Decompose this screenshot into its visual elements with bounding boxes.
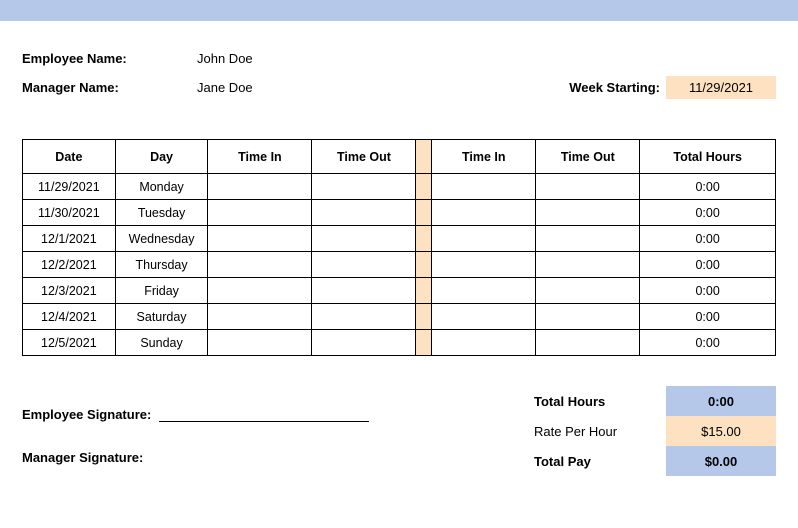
table-row: 12/2/2021Thursday 0:00 [23, 252, 776, 278]
cell-time-in-2[interactable] [432, 278, 536, 304]
cell-time-out-2[interactable] [536, 304, 640, 330]
cell-day: Sunday [115, 330, 208, 356]
table-row: 11/30/2021Tuesday 0:00 [23, 200, 776, 226]
col-time-in-1: Time In [208, 140, 312, 174]
employee-name-row: Employee Name: John Doe [22, 51, 776, 66]
cell-time-out-2[interactable] [536, 200, 640, 226]
cell-time-in-1[interactable] [208, 278, 312, 304]
cell-time-out-1[interactable] [312, 174, 416, 200]
cell-time-in-2[interactable] [432, 304, 536, 330]
cell-time-in-2[interactable] [432, 174, 536, 200]
total-pay-value: $0.00 [666, 446, 776, 476]
cell-day: Wednesday [115, 226, 208, 252]
cell-separator [416, 330, 432, 356]
table-row: 12/5/2021Sunday 0:00 [23, 330, 776, 356]
col-date: Date [23, 140, 116, 174]
week-starting-label: Week Starting: [569, 80, 660, 95]
table-header-row: Date Day Time In Time Out Time In Time O… [23, 140, 776, 174]
cell-total-hours: 0:00 [640, 226, 776, 252]
rate-per-hour-value[interactable]: $15.00 [666, 416, 776, 446]
col-separator [416, 140, 432, 174]
cell-time-out-1[interactable] [312, 252, 416, 278]
cell-date: 11/29/2021 [23, 174, 116, 200]
cell-total-hours: 0:00 [640, 252, 776, 278]
cell-date: 12/3/2021 [23, 278, 116, 304]
top-bar [0, 0, 798, 21]
cell-time-out-2[interactable] [536, 174, 640, 200]
cell-total-hours: 0:00 [640, 174, 776, 200]
table-row: 12/4/2021Saturday 0:00 [23, 304, 776, 330]
cell-date: 12/4/2021 [23, 304, 116, 330]
cell-time-in-2[interactable] [432, 330, 536, 356]
cell-day: Friday [115, 278, 208, 304]
cell-date: 12/2/2021 [23, 252, 116, 278]
signature-section: Employee Signature: Manager Signature: [22, 386, 526, 476]
col-total-hours: Total Hours [640, 140, 776, 174]
cell-date: 12/5/2021 [23, 330, 116, 356]
cell-date: 12/1/2021 [23, 226, 116, 252]
cell-time-in-1[interactable] [208, 252, 312, 278]
total-hours-value: 0:00 [666, 386, 776, 416]
cell-time-out-1[interactable] [312, 304, 416, 330]
col-time-out-1: Time Out [312, 140, 416, 174]
cell-time-out-1[interactable] [312, 330, 416, 356]
employee-name-label: Employee Name: [22, 51, 197, 66]
employee-signature-line[interactable] [159, 406, 369, 422]
cell-time-in-1[interactable] [208, 226, 312, 252]
cell-time-in-1[interactable] [208, 200, 312, 226]
cell-total-hours: 0:00 [640, 304, 776, 330]
total-hours-label: Total Hours [526, 386, 666, 416]
manager-signature-label: Manager Signature: [22, 450, 143, 465]
cell-separator [416, 174, 432, 200]
cell-date: 11/30/2021 [23, 200, 116, 226]
cell-time-out-1[interactable] [312, 226, 416, 252]
cell-time-out-2[interactable] [536, 226, 640, 252]
cell-time-out-2[interactable] [536, 330, 640, 356]
table-row: 12/1/2021Wednesday 0:00 [23, 226, 776, 252]
timesheet-table: Date Day Time In Time Out Time In Time O… [22, 139, 776, 356]
cell-time-out-2[interactable] [536, 278, 640, 304]
manager-name-row: Manager Name: Jane Doe Week Starting: 11… [22, 76, 776, 99]
col-time-in-2: Time In [432, 140, 536, 174]
table-row: 11/29/2021Monday 0:00 [23, 174, 776, 200]
employee-signature-label: Employee Signature: [22, 407, 151, 422]
cell-time-in-1[interactable] [208, 304, 312, 330]
cell-time-out-1[interactable] [312, 278, 416, 304]
manager-name-value: Jane Doe [197, 80, 253, 95]
cell-time-in-2[interactable] [432, 226, 536, 252]
totals-section: Total Hours 0:00 Rate Per Hour $15.00 To… [526, 386, 776, 476]
col-time-out-2: Time Out [536, 140, 640, 174]
cell-separator [416, 252, 432, 278]
table-row: 12/3/2021Friday 0:00 [23, 278, 776, 304]
cell-day: Tuesday [115, 200, 208, 226]
cell-time-out-2[interactable] [536, 252, 640, 278]
cell-separator [416, 226, 432, 252]
rate-per-hour-label: Rate Per Hour [526, 416, 666, 446]
total-pay-label: Total Pay [526, 446, 666, 476]
cell-day: Thursday [115, 252, 208, 278]
cell-total-hours: 0:00 [640, 200, 776, 226]
cell-separator [416, 278, 432, 304]
cell-day: Saturday [115, 304, 208, 330]
week-starting-value[interactable]: 11/29/2021 [666, 76, 776, 99]
cell-time-in-1[interactable] [208, 330, 312, 356]
cell-total-hours: 0:00 [640, 330, 776, 356]
cell-day: Monday [115, 174, 208, 200]
cell-separator [416, 304, 432, 330]
cell-time-in-2[interactable] [432, 200, 536, 226]
cell-time-in-1[interactable] [208, 174, 312, 200]
col-day: Day [115, 140, 208, 174]
cell-total-hours: 0:00 [640, 278, 776, 304]
cell-separator [416, 200, 432, 226]
header-section: Employee Name: John Doe Manager Name: Ja… [0, 21, 798, 119]
cell-time-in-2[interactable] [432, 252, 536, 278]
employee-name-value: John Doe [197, 51, 253, 66]
manager-name-label: Manager Name: [22, 80, 197, 95]
cell-time-out-1[interactable] [312, 200, 416, 226]
